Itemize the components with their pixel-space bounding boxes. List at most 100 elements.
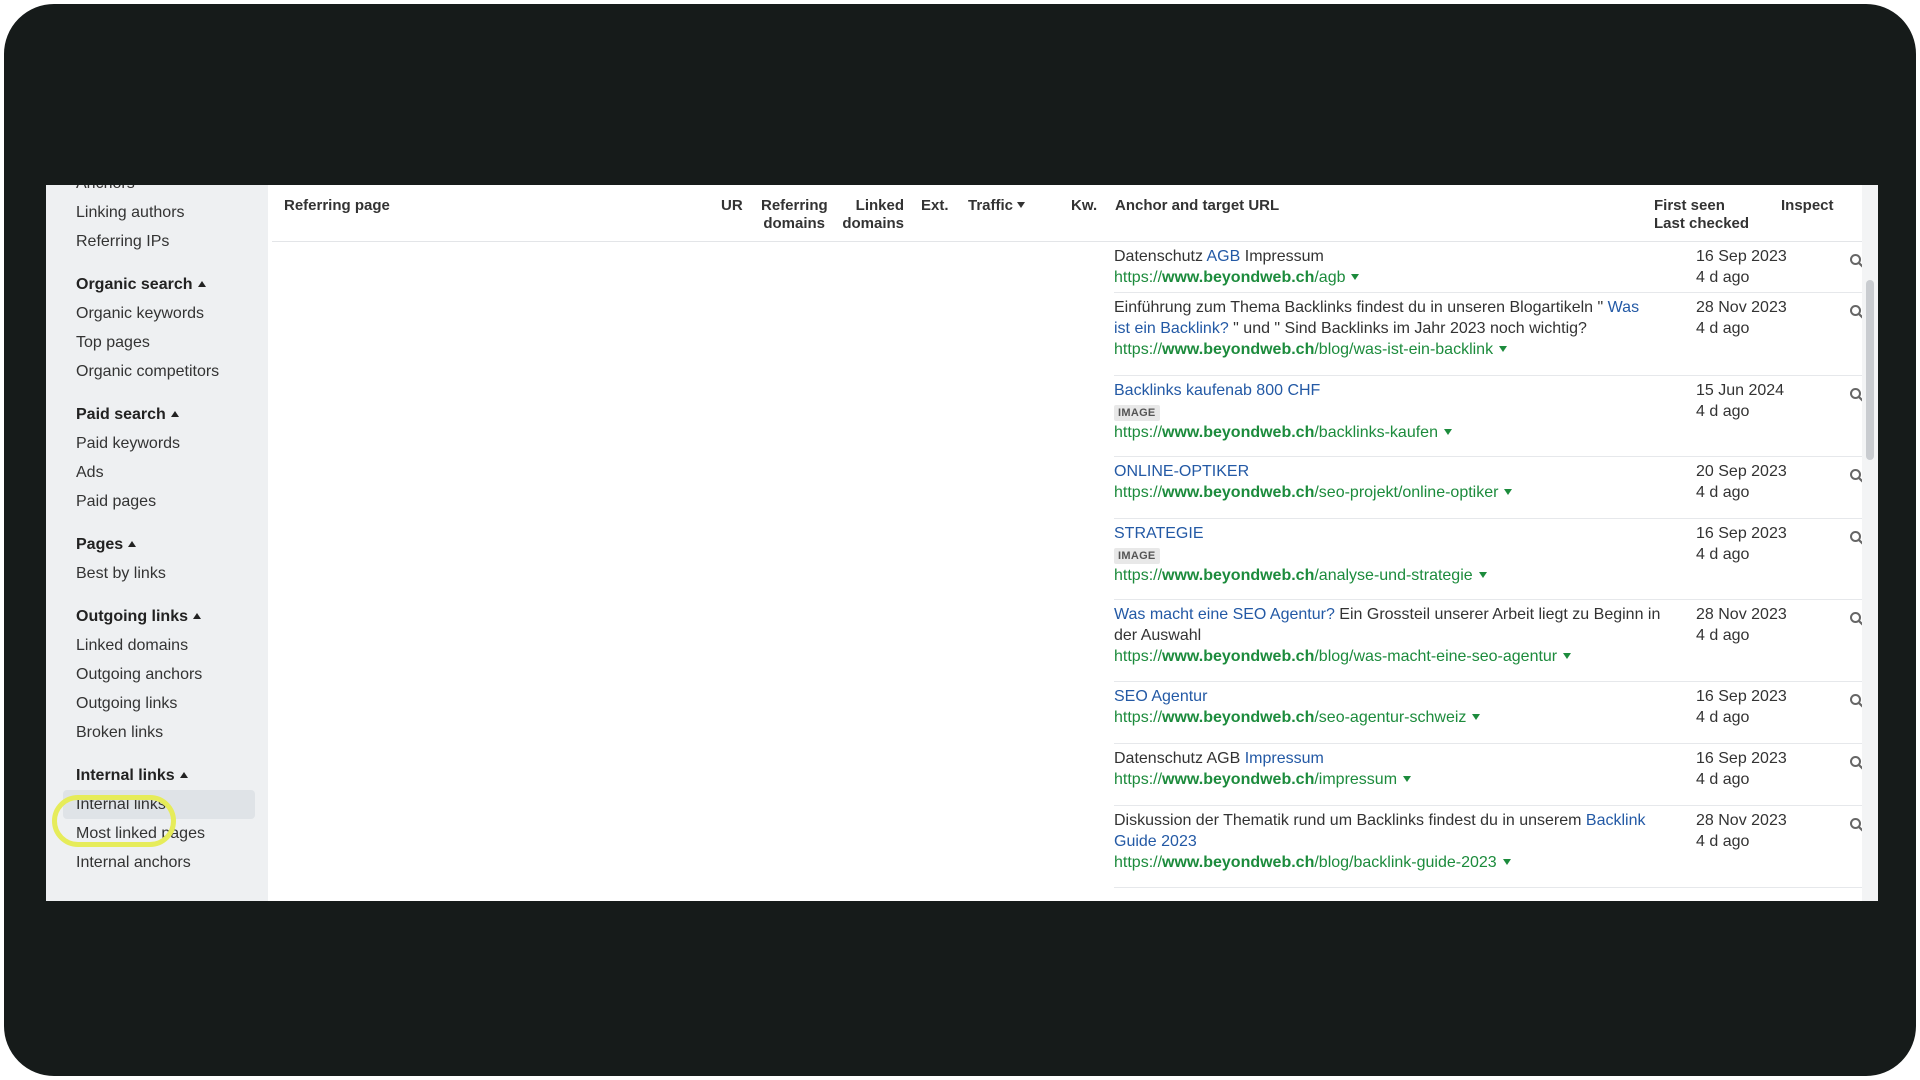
sidebar-group-backlinks: Anchors Linking authors Referring IPs <box>46 185 268 256</box>
sidebar-item-linked-domains[interactable]: Linked domains <box>63 631 268 660</box>
sidebar-item-broken-links[interactable]: Broken links <box>63 718 268 747</box>
sidebar-item-outgoing-links[interactable]: Outgoing links <box>63 689 268 718</box>
target-url[interactable]: https://www.beyondweb.ch/blog/was-macht-… <box>1114 646 1669 668</box>
url-dropdown-caret-icon[interactable] <box>1351 274 1360 280</box>
first-seen-date: 16 Sep 2023 <box>1696 750 1787 767</box>
target-url[interactable]: https://www.beyondweb.ch/seo-projekt/onl… <box>1114 482 1674 504</box>
anchor-text: Einführung zum Thema Backlinks findest d… <box>1114 297 1659 361</box>
url-prefix: https:// <box>1114 567 1163 584</box>
url-domain: www.beyondweb.ch <box>1162 269 1315 286</box>
url-dropdown-caret-icon[interactable] <box>1478 572 1487 578</box>
sidebar-heading-outgoing-links[interactable]: Outgoing links <box>63 602 268 631</box>
anchor-text: Diskussion der Thematik rund um Backlink… <box>1114 810 1659 874</box>
url-path: /analyse-und-strategie <box>1314 567 1473 584</box>
last-checked-date: 4 d ago <box>1696 403 1750 420</box>
url-dropdown-caret-icon[interactable] <box>1502 859 1511 865</box>
vertical-scrollbar[interactable] <box>1862 185 1878 901</box>
anchor-link[interactable]: AGB <box>1207 248 1241 265</box>
anchor-link[interactable]: STRATEGIE <box>1114 525 1204 542</box>
col-linked-domains-line2: domains <box>842 215 904 232</box>
target-url[interactable]: https://www.beyondweb.ch/blog/backlink-g… <box>1114 852 1659 874</box>
target-url[interactable]: https://www.beyondweb.ch/backlinks-kaufe… <box>1114 422 1674 444</box>
col-first-seen-label: First seen <box>1654 197 1725 214</box>
col-anchor-target[interactable]: Anchor and target URL <box>1115 197 1279 215</box>
table-row: STRATEGIE IMAGE https://www.beyondweb.ch… <box>1114 519 1875 600</box>
target-url[interactable]: https://www.beyondweb.ch/analyse-und-str… <box>1114 565 1674 587</box>
col-referring-domains-line1: Referring <box>761 197 828 214</box>
col-traffic[interactable]: Traffic <box>968 197 1029 215</box>
sidebar-item-referring-ips[interactable]: Referring IPs <box>63 227 268 256</box>
url-dropdown-caret-icon[interactable] <box>1563 653 1572 659</box>
target-url[interactable]: https://www.beyondweb.ch/impressum <box>1114 769 1674 791</box>
url-dropdown-caret-icon[interactable] <box>1443 429 1452 435</box>
last-checked-date: 4 d ago <box>1696 771 1750 788</box>
sidebar-heading-internal-links[interactable]: Internal links <box>63 761 268 790</box>
last-checked-date: 4 d ago <box>1696 484 1750 501</box>
sidebar-heading-label: Paid search <box>76 406 166 423</box>
caret-up-icon <box>197 281 206 287</box>
col-referring-domains-line2: domains <box>763 215 825 232</box>
dates-cell: 20 Sep 2023 4 d ago <box>1696 461 1787 503</box>
dates-cell: 16 Sep 2023 4 d ago <box>1696 686 1787 728</box>
anchor-link[interactable]: ONLINE-OPTIKER <box>1114 463 1249 480</box>
sidebar-item-top-pages[interactable]: Top pages <box>63 328 268 357</box>
sidebar-heading-organic-search[interactable]: Organic search <box>63 270 268 299</box>
sidebar-item-organic-keywords[interactable]: Organic keywords <box>63 299 268 328</box>
sidebar-item-anchors[interactable]: Anchors <box>63 185 268 198</box>
sidebar-item-internal-anchors[interactable]: Internal anchors <box>63 848 268 877</box>
sidebar-item-internal-links[interactable]: Internal links <box>63 790 255 819</box>
url-path: /blog/was-ist-ein-backlink <box>1314 341 1494 358</box>
scrollbar-thumb[interactable] <box>1866 280 1874 460</box>
sidebar-item-best-by-links[interactable]: Best by links <box>63 559 268 588</box>
target-url[interactable]: https://www.beyondweb.ch/blog/was-ist-ei… <box>1114 339 1659 361</box>
col-traffic-label: Traffic <box>968 197 1014 214</box>
url-dropdown-caret-icon[interactable] <box>1504 489 1513 495</box>
target-url[interactable]: https://www.beyondweb.ch/seo-agentur-sch… <box>1114 707 1674 729</box>
dates-cell: 28 Nov 2023 4 d ago <box>1696 604 1787 646</box>
url-dropdown-caret-icon[interactable] <box>1403 776 1412 782</box>
sidebar-heading-pages[interactable]: Pages <box>63 530 268 559</box>
dates-cell: 28 Nov 2023 4 d ago <box>1696 297 1787 339</box>
col-ur[interactable]: UR <box>721 197 743 215</box>
table-header: Referring page UR Referring domains Link… <box>272 185 1862 242</box>
sidebar-heading-paid-search[interactable]: Paid search <box>63 400 268 429</box>
sidebar-item-paid-pages[interactable]: Paid pages <box>63 487 268 516</box>
col-ext[interactable]: Ext. <box>921 197 949 215</box>
table-row: Datenschutz AGB Impressum https://www.be… <box>1114 744 1875 806</box>
url-dropdown-caret-icon[interactable] <box>1472 714 1481 720</box>
url-prefix: https:// <box>1114 341 1163 358</box>
target-url[interactable]: https://www.beyondweb.ch/agb <box>1114 267 1674 289</box>
first-seen-date: 16 Sep 2023 <box>1696 525 1787 542</box>
sidebar-item-most-linked-pages[interactable]: Most linked pages <box>63 819 268 848</box>
sidebar-item-paid-keywords[interactable]: Paid keywords <box>63 429 268 458</box>
anchor-link[interactable]: Was macht eine SEO Agentur? <box>1114 606 1335 623</box>
col-linked-domains[interactable]: Linked domains <box>840 197 904 233</box>
table-row: ONLINE-OPTIKER https://www.beyondweb.ch/… <box>1114 457 1875 519</box>
sidebar-item-organic-competitors[interactable]: Organic competitors <box>63 357 268 386</box>
col-linked-domains-line1: Linked <box>855 197 904 214</box>
sidebar-heading-label: Pages <box>76 536 124 553</box>
col-first-seen[interactable]: First seen Last checked <box>1654 197 1749 233</box>
url-prefix: https:// <box>1114 484 1163 501</box>
sidebar-group-paid-search: Paid search Paid keywords Ads Paid pages <box>46 400 268 516</box>
caret-up-icon <box>179 772 188 778</box>
sidebar-item-ads[interactable]: Ads <box>63 458 268 487</box>
app-screen: Anchors Linking authors Referring IPs Or… <box>46 185 1878 901</box>
table-row: Diskussion der Thematik rund um Backlink… <box>1114 806 1875 888</box>
url-domain: www.beyondweb.ch <box>1162 709 1315 726</box>
sidebar-item-linking-authors[interactable]: Linking authors <box>63 198 268 227</box>
anchor-link[interactable]: Backlinks kaufenab 800 CHF <box>1114 382 1320 399</box>
url-dropdown-caret-icon[interactable] <box>1499 346 1508 352</box>
col-kw[interactable]: Kw. <box>1071 197 1097 215</box>
url-prefix: https:// <box>1114 424 1163 441</box>
col-referring-domains[interactable]: Referring domains <box>761 197 828 233</box>
sidebar-group-internal-links: Internal links Internal links Most linke… <box>46 761 268 877</box>
first-seen-date: 28 Nov 2023 <box>1696 606 1787 623</box>
anchor-text: ONLINE-OPTIKER https://www.beyondweb.ch/… <box>1114 461 1674 504</box>
anchor-link[interactable]: SEO Agentur <box>1114 688 1207 705</box>
anchor-link[interactable]: Impressum <box>1245 750 1324 767</box>
sidebar-heading-label: Organic search <box>76 276 193 293</box>
last-checked-date: 4 d ago <box>1696 627 1750 644</box>
sidebar-item-outgoing-anchors[interactable]: Outgoing anchors <box>63 660 268 689</box>
col-referring-page[interactable]: Referring page <box>284 197 390 215</box>
